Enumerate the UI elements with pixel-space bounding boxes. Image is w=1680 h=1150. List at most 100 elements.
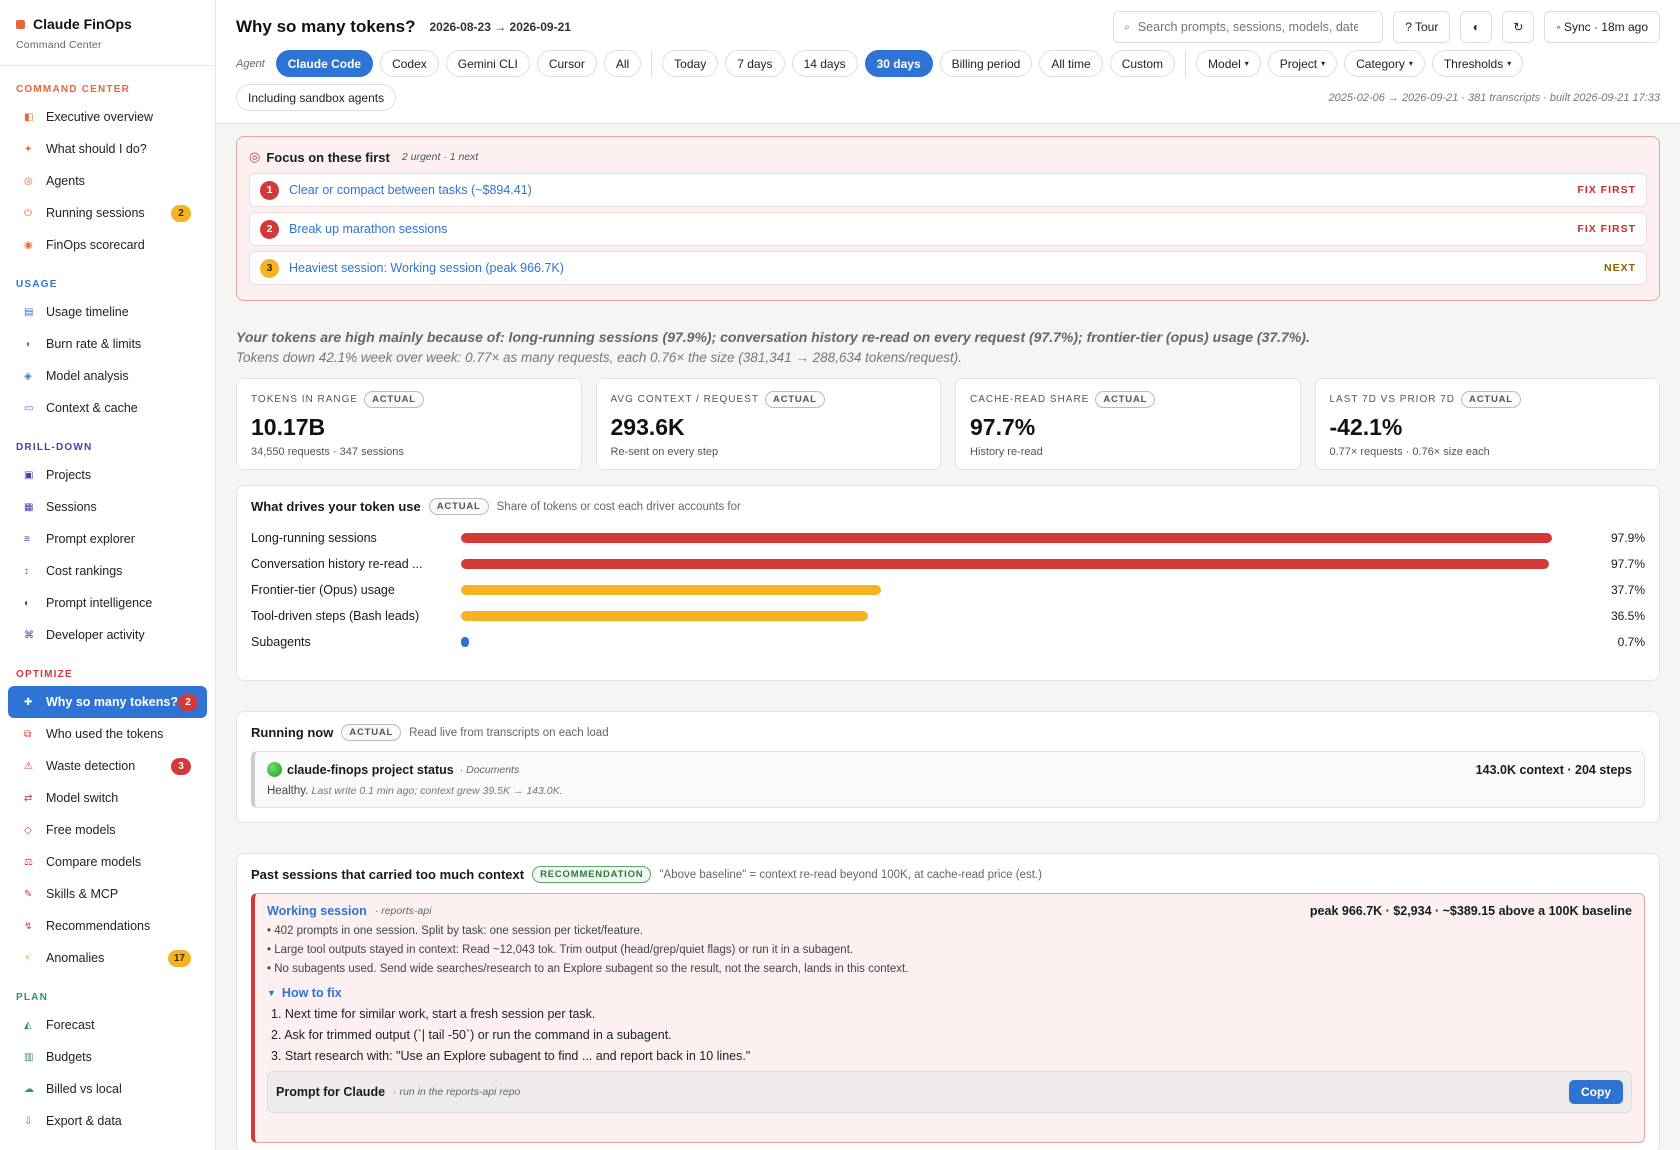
filter-dropdown[interactable]: Category ▾ <box>1344 50 1425 77</box>
sidebar-item-skills-mcp[interactable]: ✎ Skills & MCP <box>8 878 207 910</box>
search-box[interactable]: ⌕ <box>1113 11 1384 43</box>
priority-tag: FIX FIRST <box>1577 184 1636 196</box>
sync-button[interactable]: ◦ Sync · 18m ago <box>1544 11 1660 43</box>
agent-chip[interactable]: Cursor <box>536 50 597 77</box>
range-chip[interactable]: 30 days <box>864 50 933 77</box>
session-insight: • 402 prompts in one session. Split by t… <box>267 925 644 937</box>
running-session-item[interactable]: claude-finops project status · Documents… <box>251 751 1645 808</box>
running-session-name: claude-finops project status <box>287 762 454 777</box>
driver-value: 37.7% <box>1610 583 1645 597</box>
driver-label: Conversation history re-read ... <box>251 557 423 571</box>
driver-label: Tool-driven steps (Bash leads) <box>251 609 420 623</box>
sidebar-item-label: Prompt intelligence <box>46 596 153 610</box>
past-note: "Above baseline" = context re-read beyon… <box>659 868 1042 881</box>
sessions-icon: ▦ <box>24 501 34 513</box>
actual-pill: ACTUAL <box>1095 391 1156 408</box>
count-badge: 2 <box>177 693 198 711</box>
focus-item-link[interactable]: Clear or compact between tasks (~$894.41… <box>289 183 532 197</box>
sidebar-item-prompt-explorer[interactable]: ≡ Prompt explorer <box>8 523 207 555</box>
driver-value: 36.5% <box>1610 609 1645 623</box>
sidebar-item-cost-rankings[interactable]: ↕ Cost rankings <box>8 555 207 587</box>
budgets-icon: ▥ <box>24 1051 34 1063</box>
sidebar-item-executive-overview[interactable]: ◧ Executive overview <box>8 101 207 133</box>
sidebar-item-running-sessions[interactable]: ⏻ Running sessions 2 <box>8 197 207 229</box>
driver-value: 97.9% <box>1610 531 1645 545</box>
running-pill: ACTUAL <box>341 724 402 741</box>
filter-dropdown[interactable]: Thresholds ▾ <box>1431 50 1524 77</box>
agent-chip[interactable]: Claude Code <box>275 50 374 77</box>
focus-item-link[interactable]: Break up marathon sessions <box>289 222 447 236</box>
sidebar-item-free-models[interactable]: ◇ Free models <box>8 814 207 846</box>
nav-section-title: DRILL-DOWN <box>16 442 93 453</box>
tour-button[interactable]: ? Tour <box>1393 11 1451 43</box>
content: ◎ Focus on these first 2 urgent · 1 next… <box>216 124 1680 1150</box>
sidebar-item-burn-rate-limits[interactable]: ◑ Burn rate & limits <box>8 328 207 360</box>
focus-item[interactable]: 2 Break up marathon sessions FIX FIRST <box>249 212 1647 246</box>
driver-label: Frontier-tier (Opus) usage <box>251 583 395 597</box>
nav-section-title: COMMAND CENTER <box>16 84 131 95</box>
sidebar-item-label: Free models <box>46 823 116 837</box>
sidebar-item-who-used-the-tokens[interactable]: ⧉ Who used the tokens <box>8 718 207 750</box>
sidebar-item-prompt-intelligence[interactable]: ◐ Prompt intelligence <box>8 587 207 619</box>
sandbox-toggle[interactable]: Including sandbox agents <box>236 84 397 111</box>
kpi-subtext: Re-sent on every step <box>610 446 719 458</box>
running-session-detail: Last write 0.1 min ago; context grew 39.… <box>311 785 563 797</box>
count-badge: 2 <box>171 204 191 222</box>
projects-icon: ▣ <box>24 469 34 481</box>
status-green-icon <box>267 762 282 777</box>
kpi-label: CACHE-READ SHARE <box>970 394 1090 405</box>
sidebar-item-why-so-many-tokens[interactable]: ✚ Why so many tokens? 2 <box>8 686 207 718</box>
agent-chip[interactable]: Codex <box>380 50 439 77</box>
sidebar-item-anomalies[interactable]: ⚡ Anomalies 17 <box>8 942 207 974</box>
range-chip[interactable]: Billing period <box>939 50 1033 77</box>
sidebar-item-developer-activity[interactable]: ⌘ Developer activity <box>8 619 207 651</box>
sidebar-item-finops-scorecard[interactable]: ◉ FinOps scorecard <box>8 229 207 261</box>
sidebar-item-label: Sessions <box>46 500 97 514</box>
how-to-fix-toggle[interactable]: ▼ How to fix <box>267 986 1632 1000</box>
sidebar-item-recommendations[interactable]: ↯ Recommendations <box>8 910 207 942</box>
actual-pill: ACTUAL <box>364 391 424 408</box>
overview-icon: ◧ <box>24 111 34 123</box>
search-icon: ⌕ <box>1124 21 1130 33</box>
range-chip[interactable]: All time <box>1039 50 1103 77</box>
refresh-button[interactable]: ↻ <box>1502 11 1535 43</box>
focus-item-link[interactable]: Heaviest session: Working session (peak … <box>289 261 564 275</box>
driver-bar <box>461 559 1550 569</box>
range-chip[interactable]: Today <box>662 50 719 77</box>
sidebar-item-usage-timeline[interactable]: ▤ Usage timeline <box>8 296 207 328</box>
session-project: · reports-api <box>374 905 432 917</box>
build-meta: 2025-02-06 → 2026-09-21 · 381 transcript… <box>1328 91 1660 104</box>
sidebar-item-sessions[interactable]: ▦ Sessions <box>8 491 207 523</box>
sidebar-item-waste-detection[interactable]: ⚠ Waste detection 3 <box>8 750 207 782</box>
focus-title: Focus on these first <box>266 149 390 165</box>
agent-chip[interactable]: Gemini CLI <box>445 50 530 77</box>
export-icon: ⇩ <box>24 1115 33 1127</box>
focus-item[interactable]: 1 Clear or compact between tasks (~$894.4… <box>249 173 1647 207</box>
range-chip[interactable]: 14 days <box>791 50 858 77</box>
drivers-note: Share of tokens or cost each driver acco… <box>496 500 741 513</box>
search-input[interactable] <box>1137 20 1358 34</box>
sidebar-item-model-switch[interactable]: ⇄ Model switch <box>8 782 207 814</box>
sidebar-item-forecast[interactable]: ◭ Forecast <box>8 1009 207 1041</box>
divider <box>651 50 653 77</box>
range-chip[interactable]: 7 days <box>725 50 785 77</box>
filter-dropdown[interactable]: Model ▾ <box>1196 50 1261 77</box>
sidebar-item-model-analysis[interactable]: ◈ Model analysis <box>8 360 207 392</box>
brand-subtitle: Command Center <box>16 39 102 51</box>
session-link[interactable]: Working session <box>267 904 367 918</box>
theme-toggle-button[interactable]: ◐ <box>1460 11 1493 43</box>
sidebar-item-context-cache[interactable]: ▭ Context & cache <box>8 392 207 424</box>
range-chip[interactable]: Custom <box>1109 50 1176 77</box>
sidebar-item-export-data[interactable]: ⇩ Export & data <box>8 1105 207 1137</box>
sidebar-item-projects[interactable]: ▣ Projects <box>8 459 207 491</box>
sidebar-item-what-should-i-do[interactable]: ✦ What should I do? <box>8 133 207 165</box>
refresh-icon: ↻ <box>1513 20 1524 34</box>
sidebar-item-billed-vs-local[interactable]: ☁ Billed vs local <box>8 1073 207 1105</box>
sidebar-item-agents[interactable]: ◎ Agents <box>8 165 207 197</box>
agent-chip[interactable]: All <box>603 50 642 77</box>
focus-item[interactable]: 3 Heaviest session: Working session (peak… <box>249 251 1647 285</box>
filter-dropdown[interactable]: Project ▾ <box>1267 50 1338 77</box>
sidebar-item-compare-models[interactable]: ⚖ Compare models <box>8 846 207 878</box>
sidebar-item-budgets[interactable]: ▥ Budgets <box>8 1041 207 1073</box>
copy-button[interactable]: Copy <box>1569 1080 1623 1104</box>
